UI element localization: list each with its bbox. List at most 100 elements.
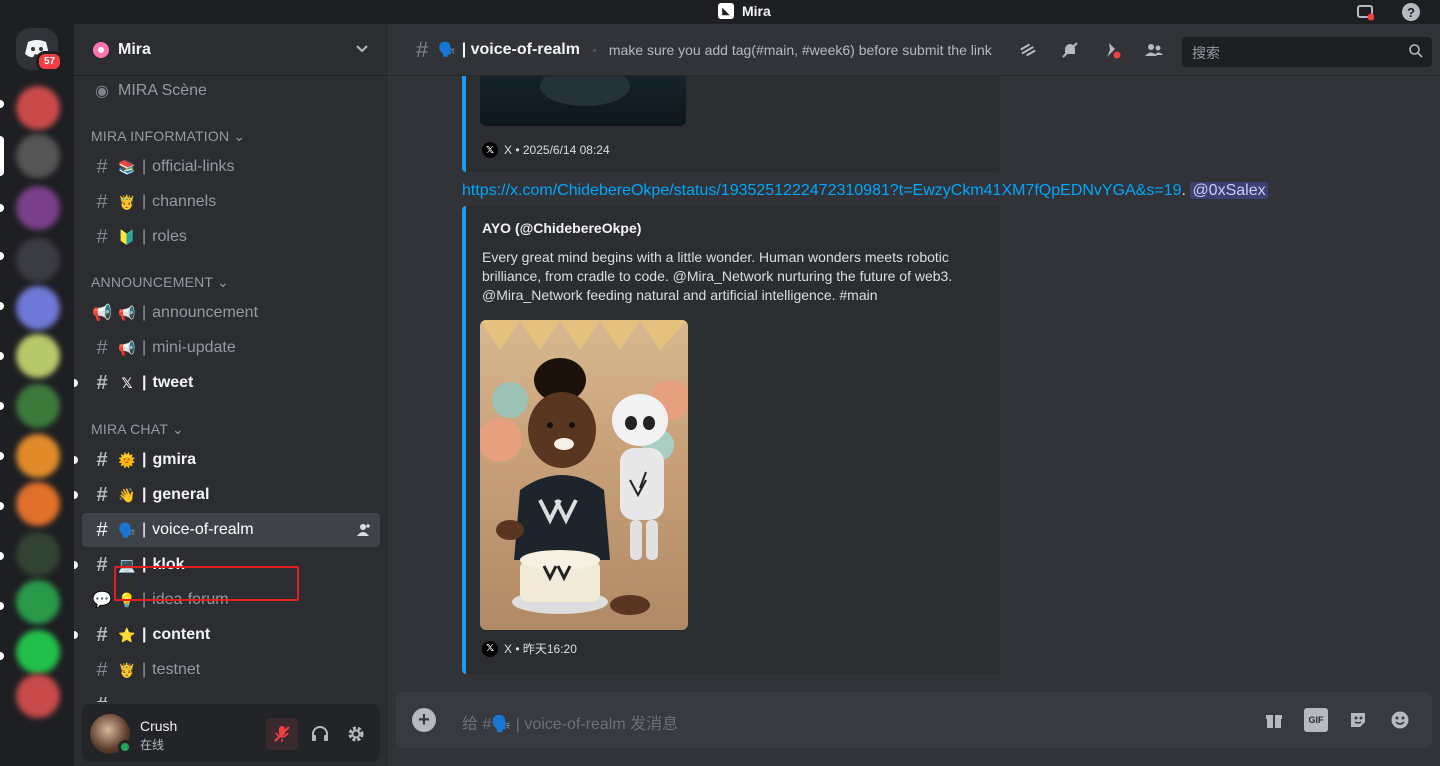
x-logo-icon: 𝕏 xyxy=(482,640,498,657)
category-mira-chat[interactable]: MIRA CHAT ⌄ xyxy=(91,421,184,438)
unread-indicator xyxy=(0,252,4,260)
channel-announcement[interactable]: 📢 📢 | announcement xyxy=(82,296,380,330)
stage-icon: ◉ xyxy=(95,83,109,100)
microphone-muted-icon xyxy=(274,726,290,742)
server-icon[interactable] xyxy=(16,384,60,428)
gif-icon[interactable]: GIF xyxy=(1304,708,1328,732)
unread-indicator xyxy=(74,456,78,464)
chat-area: # 🗣️ | voice-of-realm • make sure you ad… xyxy=(388,24,1440,766)
threads-icon[interactable] xyxy=(1016,38,1040,62)
pinned-messages-icon[interactable] xyxy=(1100,38,1124,62)
hashtag-icon: # xyxy=(96,155,108,178)
invite-member-icon[interactable] xyxy=(356,522,372,538)
title-bar: ◣ Mira ? xyxy=(0,0,1440,24)
deafen-button[interactable] xyxy=(304,718,336,750)
channel-label: channels xyxy=(152,193,217,210)
mute-microphone-button[interactable] xyxy=(266,718,298,750)
sun-icon: 🌞 xyxy=(118,451,136,468)
embed-footer: 𝕏 X • 2025/6/14 08:24 xyxy=(482,142,610,158)
channel-official-links[interactable]: # 📚 | official-links xyxy=(82,150,380,184)
unread-indicator xyxy=(0,502,4,510)
unread-indicator xyxy=(74,491,78,499)
channel-idea-forum[interactable]: 💬 💡 | idea-forum xyxy=(82,583,380,617)
channel-tweet[interactable]: # 𝕏 | tweet xyxy=(74,366,380,400)
tweet-embed: AYO (@ChidebereOkpe) Every great mind be… xyxy=(462,206,1000,674)
hashtag-icon: # xyxy=(96,518,108,541)
inbox-icon[interactable] xyxy=(1354,1,1376,23)
server-icon[interactable] xyxy=(16,186,60,230)
server-icon[interactable] xyxy=(16,238,60,282)
app-name: Mira xyxy=(742,3,771,19)
category-mira-information[interactable]: MIRA INFORMATION ⌄ xyxy=(91,128,245,145)
message-content: https://x.com/ChidebereOkpe/status/19352… xyxy=(462,182,1268,199)
channel-label: mini-update xyxy=(152,339,236,356)
category-announcement[interactable]: ANNOUNCEMENT ⌄ xyxy=(91,274,229,291)
flower-icon xyxy=(93,41,109,58)
hashtag-icon: # xyxy=(92,694,112,703)
channel-topic[interactable]: make sure you add tag(#main, #week6) bef… xyxy=(609,42,992,58)
notifications-muted-icon[interactable] xyxy=(1058,38,1082,62)
server-icon[interactable] xyxy=(16,434,60,478)
server-icon[interactable] xyxy=(16,674,60,718)
app-title: ◣ Mira xyxy=(718,3,771,19)
guild-header[interactable]: Mira xyxy=(74,24,388,76)
lightbulb-icon: 💡 xyxy=(118,591,136,608)
gift-icon[interactable] xyxy=(1262,708,1286,732)
channel-general[interactable]: # 👋 | general xyxy=(74,478,380,512)
sticker-icon[interactable] xyxy=(1346,708,1370,732)
channel-label: gmira xyxy=(152,451,197,468)
channel-testnet[interactable]: # 🤴 | testnet xyxy=(82,653,380,687)
headphones-icon xyxy=(312,726,328,741)
server-icon[interactable] xyxy=(16,134,60,178)
server-rail: 57 xyxy=(0,24,74,766)
member-list-icon[interactable] xyxy=(1142,38,1166,62)
channel-voice-of-realm[interactable]: # 🗣️ | voice-of-realm xyxy=(82,513,380,547)
forum-icon: 💬 xyxy=(92,592,112,609)
chevron-down-icon xyxy=(356,45,368,53)
hashtag-icon: # xyxy=(96,553,108,576)
unread-indicator xyxy=(74,561,78,569)
header-toolbar xyxy=(1016,38,1166,62)
server-icon[interactable] xyxy=(16,630,60,674)
channel-label: general xyxy=(152,486,210,503)
gear-icon xyxy=(348,726,364,742)
tweet-link[interactable]: https://x.com/ChidebereOkpe/status/19352… xyxy=(462,182,1182,199)
embed-image[interactable] xyxy=(480,76,686,126)
server-icon[interactable] xyxy=(16,86,60,130)
embed-author[interactable]: AYO (@ChidebereOkpe) xyxy=(482,220,641,236)
server-icon[interactable] xyxy=(16,532,60,576)
channel-cut-off[interactable]: # xyxy=(82,688,380,703)
channel-mini-update[interactable]: # 📢 | mini-update xyxy=(82,331,380,365)
search-input[interactable]: 搜索 xyxy=(1182,37,1432,67)
server-icon[interactable] xyxy=(16,580,60,624)
channel-roles[interactable]: # 🔰 | roles xyxy=(82,220,380,254)
laptop-icon: 💻 xyxy=(118,556,136,573)
embed-footer: 𝕏 X • 昨天16:20 xyxy=(482,640,577,657)
selected-indicator xyxy=(0,136,4,176)
help-icon[interactable]: ? xyxy=(1400,1,1422,23)
hashtag-icon: # xyxy=(96,623,108,646)
server-icon[interactable] xyxy=(16,334,60,378)
announcement-channel-icon: 📢 xyxy=(92,305,112,322)
channel-channels[interactable]: # 🤴 | channels xyxy=(82,185,380,219)
stage-channel[interactable]: ◉ MIRA Scène xyxy=(82,76,380,108)
channel-klok[interactable]: # 💻 | klok xyxy=(74,548,380,582)
server-icon[interactable] xyxy=(16,286,60,330)
upload-button[interactable]: + xyxy=(412,708,436,732)
channel-label: official-links xyxy=(152,158,235,175)
notification-badge: 57 xyxy=(36,51,64,72)
user-mention[interactable]: @0xSalex xyxy=(1190,182,1268,199)
channel-gmira[interactable]: # 🌞 | gmira xyxy=(74,443,380,477)
svg-text:?: ? xyxy=(1407,5,1415,20)
message-input[interactable]: 给 #🗣️ | voice-of-realm 发消息 xyxy=(462,710,678,734)
unread-indicator xyxy=(0,402,4,410)
channel-label: announcement xyxy=(152,304,259,321)
hashtag-icon: # xyxy=(96,448,108,471)
user-settings-button[interactable] xyxy=(340,718,372,750)
emoji-icon[interactable] xyxy=(1388,708,1412,732)
channel-label: MIRA Scène xyxy=(118,82,207,99)
channel-content[interactable]: # ⭐ | content xyxy=(74,618,380,652)
server-icon[interactable] xyxy=(16,482,60,526)
embed-image[interactable] xyxy=(480,320,688,630)
unread-indicator xyxy=(0,652,4,660)
